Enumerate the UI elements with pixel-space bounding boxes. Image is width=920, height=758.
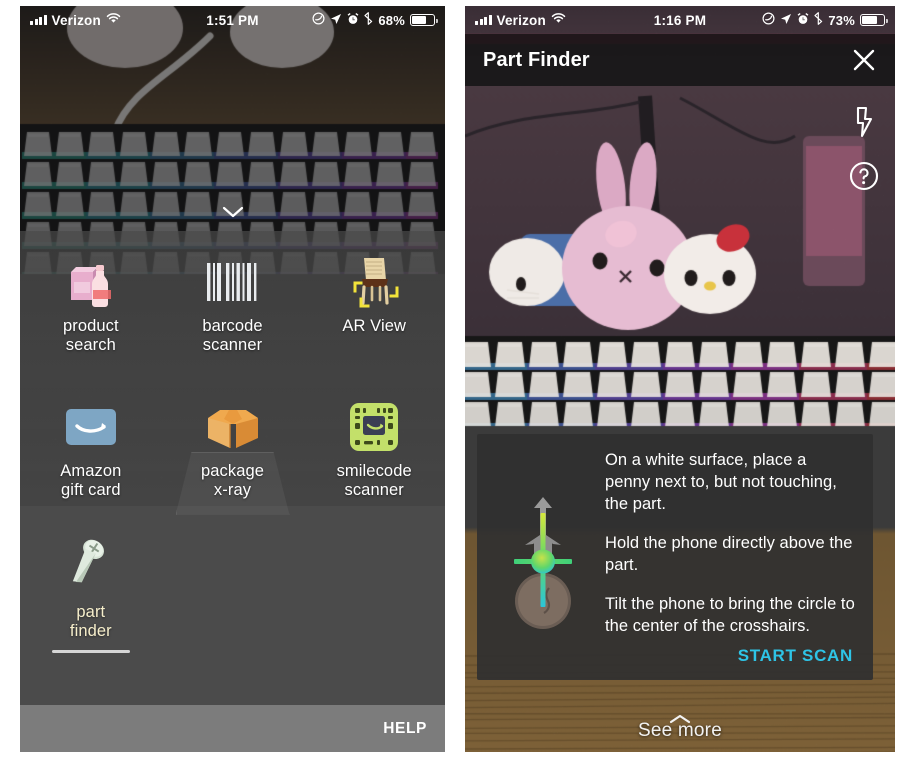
status-left-group: Verizon — [30, 13, 121, 28]
mode-empty-slot-2 — [303, 529, 445, 659]
location-arrow-icon — [780, 13, 792, 28]
signal-bars-icon — [475, 15, 492, 25]
instruction-step: Tilt the phone to bring the circle to th… — [605, 594, 855, 635]
part-finder-header: Part Finder — [465, 34, 895, 86]
left-phone-screenshot: Verizon 1:51 PM 68% product search barco… — [20, 6, 445, 752]
mode-barcode-scanner[interactable]: barcode scanner — [162, 243, 304, 362]
mode-row-3: part finder — [20, 529, 445, 659]
chevron-down-icon[interactable] — [222, 206, 244, 218]
see-more-control[interactable]: See more — [465, 711, 895, 742]
smilecode-icon — [349, 398, 399, 456]
mode-label: Amazon gift card — [60, 461, 122, 500]
battery-icon — [860, 14, 888, 26]
barcode-icon — [205, 253, 261, 311]
ar-chair-icon — [342, 253, 406, 311]
carrier-label: Verizon — [51, 12, 101, 28]
mode-row-2: Amazon gift card package x-ray smilecode… — [20, 388, 445, 515]
mode-label: package x-ray — [200, 461, 265, 500]
camera-side-controls — [849, 106, 879, 192]
start-scan-button[interactable]: START SCAN — [605, 644, 855, 670]
mode-empty-slot-1 — [162, 529, 304, 659]
carrier-label: Verizon — [496, 12, 546, 28]
wifi-icon — [106, 13, 121, 27]
mode-smilecode-scanner[interactable]: smilecode scanner — [303, 388, 445, 507]
alarm-clock-icon — [347, 12, 359, 28]
amazon-gift-card-icon — [65, 398, 117, 456]
mode-ar-view[interactable]: AR View — [303, 243, 445, 362]
instructions-panel: On a white surface, place a penny next t… — [477, 434, 873, 680]
wifi-icon — [551, 13, 566, 27]
status-right-group: 73% — [762, 12, 888, 28]
status-left-group: Verizon — [475, 13, 566, 28]
help-bar: HELP — [20, 705, 445, 752]
instruction-text-block: On a white surface, place a penny next t… — [599, 450, 855, 670]
status-right-group: 68% — [312, 12, 438, 28]
crosshair-penny-level-icon — [487, 450, 599, 670]
instruction-step: On a white surface, place a penny next t… — [605, 451, 837, 513]
close-icon[interactable] — [851, 47, 877, 73]
mode-label: smilecode scanner — [336, 461, 412, 500]
battery-percent-label: 68% — [378, 12, 405, 28]
do-not-disturb-icon — [762, 12, 775, 28]
alarm-clock-icon — [797, 12, 809, 28]
bluetooth-icon — [364, 12, 373, 28]
mode-label: AR View — [342, 317, 407, 335]
grocery-box-bottle-icon — [63, 253, 119, 311]
mode-part-finder[interactable]: part finder — [20, 529, 162, 659]
mode-package-x-ray[interactable]: package x-ray — [162, 388, 304, 515]
cardboard-box-icon — [204, 398, 262, 456]
right-status-bar: Verizon 1:16 PM 73% — [465, 6, 895, 34]
do-not-disturb-icon — [312, 12, 325, 28]
flash-bolt-icon[interactable] — [849, 106, 879, 138]
mode-amazon-gift-card[interactable]: Amazon gift card — [20, 388, 162, 507]
instruction-step: Hold the phone directly above the part. — [605, 533, 853, 574]
battery-percent-label: 73% — [828, 12, 855, 28]
mode-label: barcode scanner — [202, 317, 263, 355]
viewfinder-dim-overlay — [20, 6, 445, 231]
page-title: Part Finder — [483, 48, 590, 71]
bluetooth-icon — [814, 12, 823, 28]
right-phone-screenshot: Verizon 1:16 PM 73% Part Finder On a whi… — [465, 6, 895, 752]
signal-bars-icon — [30, 15, 47, 25]
mode-grid: product search barcode scanner AR View A… — [20, 231, 445, 659]
screenshot-stage: Verizon 1:51 PM 68% product search barco… — [0, 0, 920, 758]
mode-drawer: product search barcode scanner AR View A… — [20, 231, 445, 752]
battery-icon — [410, 14, 438, 26]
location-arrow-icon — [330, 13, 342, 28]
mode-label: part finder — [69, 602, 112, 641]
mode-row-1: product search barcode scanner AR View — [20, 243, 445, 362]
left-status-bar: Verizon 1:51 PM 68% — [20, 6, 445, 34]
see-more-label: See more — [638, 720, 722, 741]
question-mark-circle-icon[interactable] — [849, 160, 879, 192]
mode-label: product search — [62, 317, 119, 355]
help-button[interactable]: HELP — [383, 720, 427, 738]
screw-icon — [61, 539, 121, 597]
selected-indicator — [51, 649, 130, 653]
mode-product-search[interactable]: product search — [20, 243, 162, 362]
